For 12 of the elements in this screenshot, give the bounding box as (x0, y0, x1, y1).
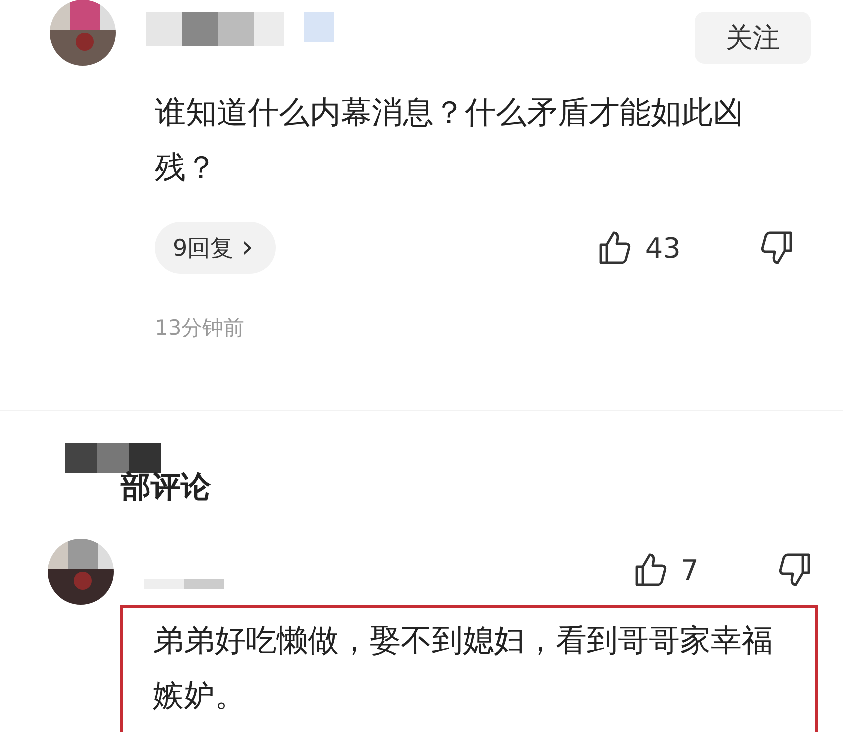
thumbs-down-icon[interactable] (779, 553, 811, 587)
thumbs-down-icon[interactable] (761, 231, 793, 265)
like-count: 43 (645, 232, 681, 264)
comment-text: 弟弟好吃懒做，娶不到媳妇，看到哥哥家幸福嫉妒。 (153, 622, 774, 716)
follow-button[interactable]: 关注 (695, 12, 811, 64)
replies-button[interactable]: 9回复 › (155, 222, 276, 274)
thumbs-up-icon[interactable] (599, 231, 632, 265)
comment-text: 谁知道什么内幕消息？什么矛盾才能如此凶残？ (155, 94, 745, 188)
like-count: 7 (681, 554, 699, 586)
section-title: 部评论 (121, 473, 211, 503)
comment-time: 13分钟前 (155, 315, 246, 342)
thumbs-up-icon[interactable] (635, 553, 668, 587)
